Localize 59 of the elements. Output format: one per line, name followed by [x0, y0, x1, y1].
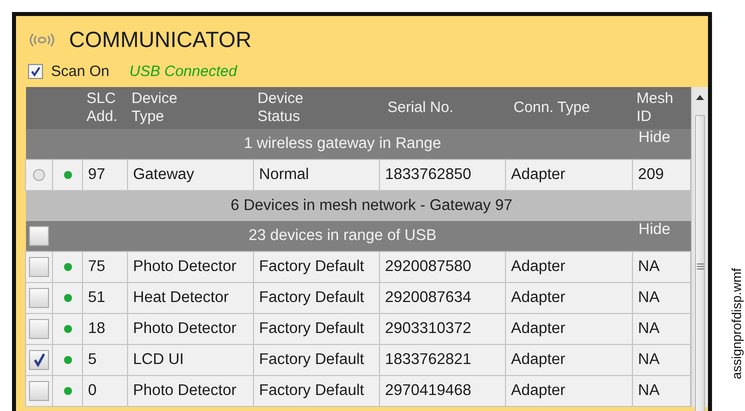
table-cell: 209	[632, 160, 690, 190]
section-header: 1 wireless gateway in Range	[244, 135, 442, 152]
table-cell: Factory Default	[254, 344, 380, 376]
table-cell: Photo Detector	[128, 314, 254, 344]
table-cell: NA	[632, 344, 690, 376]
scrollbar-thumb[interactable]	[695, 115, 705, 411]
scan-label: Scan On	[51, 62, 110, 80]
table-cell: Adapter	[506, 282, 632, 314]
table-cell: Photo Detector	[128, 252, 254, 282]
panel-title: COMMUNICATOR	[69, 27, 252, 53]
row-checkbox[interactable]	[29, 381, 49, 401]
table-cell: Adapter	[506, 160, 632, 190]
table-cell: 2903310372	[380, 314, 506, 344]
table-cell: 2920087634	[380, 282, 506, 314]
wireless-signal-icon	[27, 32, 57, 48]
radio-button[interactable]	[33, 168, 45, 181]
table-cell: Adapter	[506, 314, 632, 344]
column-header: SLC Add.	[82, 87, 128, 129]
select-all-checkbox[interactable]	[29, 226, 49, 246]
row-checkbox[interactable]	[29, 288, 49, 308]
table-cell: Factory Default	[254, 314, 380, 344]
table-cell: NA	[632, 314, 690, 344]
table-cell: Photo Detector	[128, 376, 254, 406]
table-cell: 97	[82, 160, 128, 190]
column-header: Device Type	[128, 87, 254, 129]
table-cell: 2920087580	[380, 252, 506, 282]
column-header: Serial No.	[380, 87, 506, 129]
table-cell: Factory Default	[254, 376, 380, 406]
table-cell: 51	[82, 282, 128, 314]
table-cell: NA	[632, 376, 690, 406]
connection-status: USB Connected	[129, 62, 237, 80]
scan-checkbox[interactable]	[28, 64, 43, 78]
row-checkbox[interactable]	[29, 350, 49, 370]
table-cell: Gateway	[128, 160, 254, 190]
table-cell: Adapter	[506, 252, 632, 282]
figure-caption: assignprofdisp.wmf	[729, 268, 744, 380]
table-cell: Factory Default	[254, 252, 380, 282]
table-cell: 75	[82, 252, 128, 282]
table-cell: 1833762821	[380, 344, 506, 376]
table-cell: 1833762850	[380, 160, 506, 190]
table-cell: 5	[82, 344, 128, 376]
column-header: Device Status	[254, 87, 380, 129]
table-cell: NA	[632, 252, 690, 282]
table-cell: 2970419468	[380, 376, 506, 406]
table-cell: Heat Detector	[128, 282, 254, 314]
table-cell: NA	[632, 282, 690, 314]
table-cell: LCD UI	[128, 344, 254, 376]
table-cell: Adapter	[506, 376, 632, 406]
table-cell: 18	[82, 314, 128, 344]
section-header: 23 devices in range of USB	[248, 227, 436, 244]
table-cell: Normal	[254, 160, 380, 190]
column-header: Conn. Type	[506, 87, 632, 129]
table-cell: Factory Default	[254, 282, 380, 314]
section-header: 6 Devices in mesh network - Gateway 97	[230, 197, 512, 214]
table-cell: 0	[82, 376, 128, 406]
table-cell: Adapter	[506, 344, 632, 376]
row-checkbox[interactable]	[29, 257, 49, 277]
column-header: Mesh ID	[632, 87, 690, 129]
row-checkbox[interactable]	[29, 319, 49, 339]
